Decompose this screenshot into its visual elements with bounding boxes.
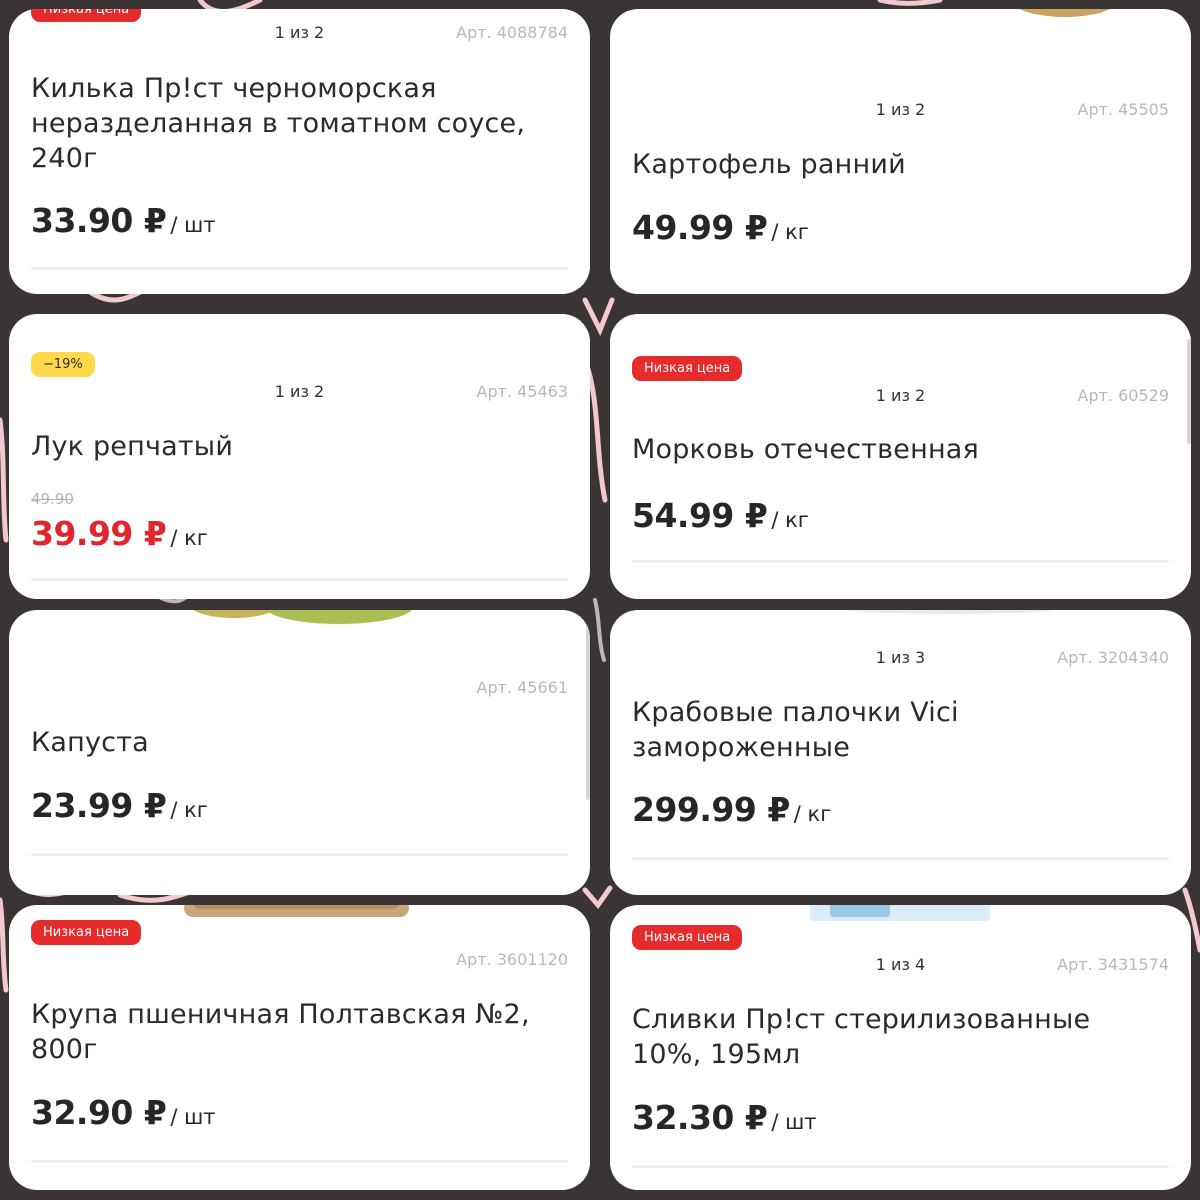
scrollbar[interactable] xyxy=(1187,339,1191,444)
low-price-badge: Низкая цена xyxy=(632,356,743,381)
price-row: 23.99 ₽ / кг xyxy=(31,786,208,825)
price-unit: / шт xyxy=(771,1110,817,1134)
product-card[interactable]: Низкая цена 1 из 2 Арт. 4088784 Килька П… xyxy=(9,9,590,294)
divider xyxy=(31,1160,568,1163)
old-price: 49.90 xyxy=(31,490,74,508)
product-title[interactable]: Сливки Пр!ст стерилизованные 10%, 195мл xyxy=(632,1002,1151,1072)
product-card[interactable]: 1 из 2 Арт. 45505 Картофель ранний 49.99… xyxy=(610,9,1191,294)
low-price-badge: Низкая цена xyxy=(31,9,142,22)
price-row: 299.99 ₽ / кг xyxy=(632,790,831,829)
price-unit: / кг xyxy=(793,802,832,826)
product-title[interactable]: Морковь отечественная xyxy=(632,432,1151,467)
divider xyxy=(31,578,568,581)
article-number: Арт. 45463 xyxy=(476,382,569,401)
divider xyxy=(632,857,1169,860)
price-unit: / шт xyxy=(170,213,216,237)
divider xyxy=(31,853,568,856)
product-photo-potato xyxy=(1019,9,1111,17)
price-row: 49.99 ₽ / кг xyxy=(632,208,809,247)
product-card[interactable]: Арт. 45661 Капуста 23.99 ₽ / кг xyxy=(9,610,590,895)
price-row: 33.90 ₽ / шт xyxy=(31,201,216,240)
product-card[interactable]: −19% 1 из 2 Арт. 45463 Лук репчатый 49.9… xyxy=(9,314,590,599)
divider xyxy=(632,1165,1169,1168)
article-number: Арт. 3204340 xyxy=(1057,648,1169,667)
price-unit: / шт xyxy=(170,1105,216,1129)
product-card[interactable]: Низкая цена 1 из 4 Арт. 3431574 Сливки П… xyxy=(610,905,1191,1190)
product-title[interactable]: Картофель ранний xyxy=(632,147,1151,182)
scrollbar[interactable] xyxy=(586,625,590,800)
price: 54.99 ₽ xyxy=(632,496,768,535)
product-photo-cabbage xyxy=(193,610,413,624)
price-unit: / кг xyxy=(170,526,208,550)
article-number: Арт. 3601120 xyxy=(456,950,568,969)
price: 23.99 ₽ xyxy=(31,786,167,825)
price: 49.99 ₽ xyxy=(632,208,768,247)
product-photo-crab-sticks xyxy=(842,610,1058,614)
product-card[interactable]: Низкая цена Арт. 3601120 Крупа пшеничная… xyxy=(9,905,590,1190)
divider xyxy=(31,267,568,270)
price-row: 54.99 ₽ / кг xyxy=(632,496,809,535)
price: 32.30 ₽ xyxy=(632,1098,768,1137)
article-number: Арт. 60529 xyxy=(1077,386,1170,405)
low-price-badge: Низкая цена xyxy=(31,920,142,945)
product-card[interactable]: Низкая цена 1 из 2 Арт. 60529 Морковь от… xyxy=(610,314,1191,599)
product-photo-cream xyxy=(810,905,990,921)
price-unit: / кг xyxy=(771,508,809,532)
product-title[interactable]: Крупа пшеничная Полтавская №2, 800г xyxy=(31,997,550,1067)
price: 32.90 ₽ xyxy=(31,1093,167,1132)
price: 33.90 ₽ xyxy=(31,201,167,240)
product-title[interactable]: Килька Пр!ст черноморская неразделанная … xyxy=(31,71,550,176)
low-price-badge: Низкая цена xyxy=(632,925,743,950)
discount-badge: −19% xyxy=(31,352,95,377)
price-row: 32.30 ₽ / шт xyxy=(632,1098,817,1137)
article-number: Арт. 3431574 xyxy=(1057,955,1169,974)
product-photo-groats xyxy=(184,905,409,917)
price-row: 32.90 ₽ / шт xyxy=(31,1093,216,1132)
article-number: Арт. 45505 xyxy=(1077,100,1170,119)
price-unit: / кг xyxy=(771,220,809,244)
article-number: Арт. 45661 xyxy=(476,678,569,697)
price: 299.99 ₽ xyxy=(632,790,790,829)
price-row: 39.99 ₽ / кг xyxy=(31,514,208,553)
product-card[interactable]: 1 из 3 Арт. 3204340 Крабовые палочки Vic… xyxy=(610,610,1191,895)
product-title[interactable]: Капуста xyxy=(31,725,550,760)
product-title[interactable]: Лук репчатый xyxy=(31,429,550,464)
product-title[interactable]: Крабовые палочки Vici замороженные xyxy=(632,695,1151,765)
price-unit: / кг xyxy=(170,798,208,822)
article-number: Арт. 4088784 xyxy=(456,23,568,42)
divider xyxy=(632,560,1169,563)
sale-price: 39.99 ₽ xyxy=(31,514,167,553)
